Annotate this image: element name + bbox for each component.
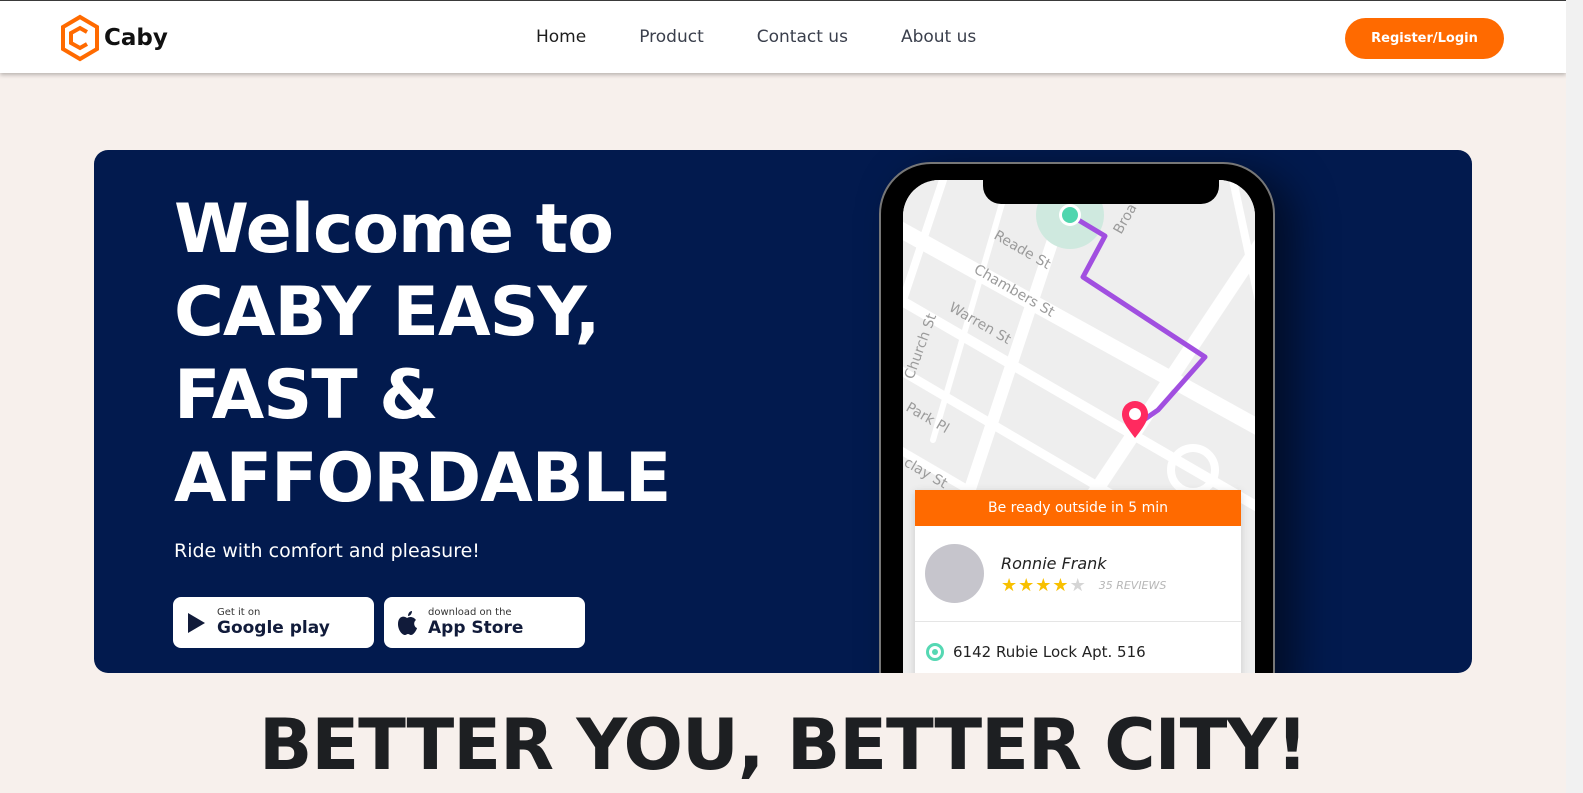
google-play-big: Google play [217,618,330,638]
star-icon: ★ [1018,575,1035,595]
hero-title-line: Welcome to [174,190,614,269]
phone-mockup: Reade St Chambers St Warren St Church St… [879,162,1275,673]
card-divider [915,621,1241,622]
register-login-button[interactable]: Register/Login [1345,18,1504,59]
hero-title-line: AFFORDABLE [174,439,671,518]
nav-product[interactable]: Product [639,27,704,47]
reviews-count: 35 REVIEWS [1098,578,1167,592]
hero-subtitle: Ride with comfort and pleasure! [174,540,480,562]
star-icon: ★ [1052,575,1069,595]
ride-card: Be ready outside in 5 min Ronnie Frank ★… [915,490,1241,673]
driver-rating: ★ ★ ★ ★ ★ 35 REVIEWS [1001,576,1166,594]
app-store-big: App Store [428,618,524,638]
phone-screen: Reade St Chambers St Warren St Church St… [903,180,1255,673]
google-play-text: Get it on Google play [217,607,330,638]
play-icon [188,612,205,633]
app-store-text: download on the App Store [428,607,523,638]
caby-logo-icon [61,14,99,62]
pickup-address: 6142 Rubie Lock Apt. 516 [953,643,1146,661]
app-store-button[interactable]: download on the App Store [384,597,585,648]
star-icon: ★ [1035,575,1052,595]
nav-contact-us[interactable]: Contact us [757,27,848,47]
navbar: Caby Home Product Contact us About us Re… [0,0,1566,73]
hero-title-line: FAST & [174,356,439,435]
ride-banner: Be ready outside in 5 min [915,490,1241,526]
nav-about-us[interactable]: About us [901,27,976,47]
google-play-button[interactable]: Get it on Google play [173,597,374,648]
nav-home[interactable]: Home [536,27,586,47]
apple-icon [398,610,417,635]
location-dot-icon [926,643,944,661]
hero-title-line: CABY EASY, [174,273,600,352]
nav-links: Home Product Contact us About us [536,27,1029,47]
page-scrollbar[interactable] [1566,0,1583,793]
driver-avatar [925,544,984,603]
google-play-small: Get it on [217,607,261,618]
star-icon: ★ [1001,575,1018,595]
app-store-small: download on the [428,607,512,618]
brand-name: Caby [104,25,168,51]
phone-notch [983,180,1219,204]
tagline: BETTER YOU, BETTER CITY! [258,704,1308,786]
brand[interactable]: Caby [60,14,168,62]
driver-name: Ronnie Frank [1001,554,1107,573]
hero-banner: Welcome to CABY EASY, FAST & AFFORDABLE … [94,150,1472,673]
star-empty-icon: ★ [1069,575,1086,595]
hero-title: Welcome to CABY EASY, FAST & AFFORDABLE [174,188,734,520]
